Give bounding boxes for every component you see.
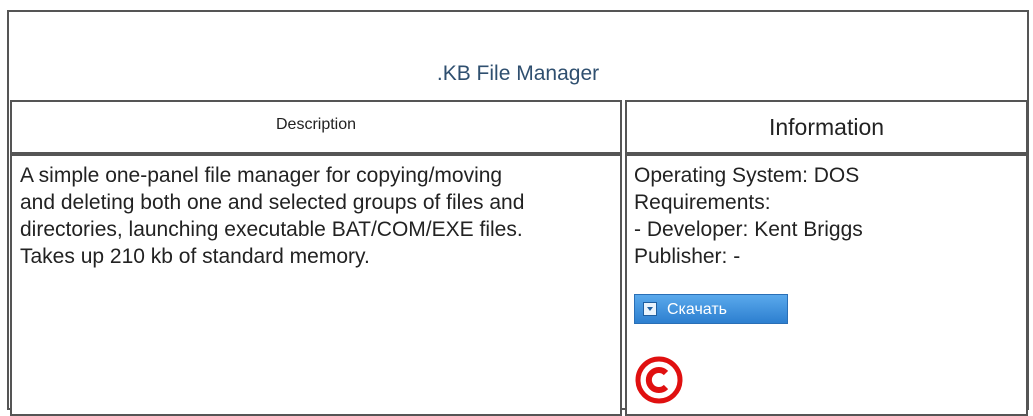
information-header-cell: Information [625, 100, 1028, 154]
info-developer: - Developer: Kent Briggs [634, 218, 863, 241]
title-row: .KB File Manager [9, 12, 1027, 96]
main-table: .KB File Manager Description Information… [7, 10, 1029, 416]
download-button[interactable]: Скачать [634, 294, 788, 324]
description-text: A simple one-panel file manager for copy… [20, 164, 525, 268]
description-cell: A simple one-panel file manager for copy… [10, 154, 622, 416]
info-publisher: Publisher: - [634, 245, 741, 268]
information-list: Operating System: DOS Requirements: - De… [634, 162, 1014, 270]
description-header: Description [275, 116, 357, 133]
page-title: .KB File Manager [436, 62, 600, 85]
download-button-label: Скачать [667, 301, 727, 318]
description-header-cell: Description [10, 100, 622, 154]
info-requirements: Requirements: [634, 191, 771, 214]
information-cell: Operating System: DOS Requirements: - De… [625, 154, 1028, 416]
download-icon [643, 302, 657, 316]
information-header: Information [768, 114, 885, 140]
info-operating-system: Operating System: DOS [634, 164, 860, 187]
